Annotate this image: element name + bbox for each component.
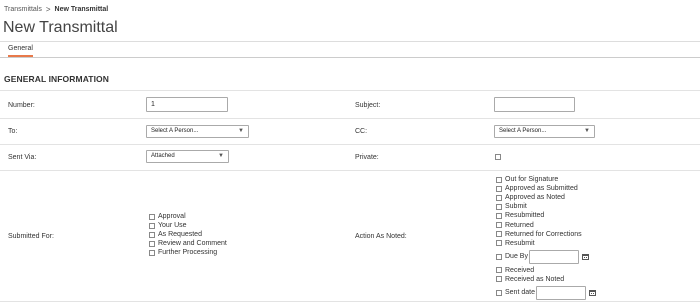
checkbox[interactable] <box>496 212 502 219</box>
action-option[interactable]: Received <box>496 266 596 275</box>
submitted-for-option[interactable]: Approval <box>149 212 227 221</box>
cc-select[interactable]: Select A Person... ▼ <box>494 125 595 138</box>
private-label: Private: <box>355 154 379 161</box>
checkbox[interactable] <box>149 249 155 256</box>
calendar-icon[interactable] <box>581 253 589 260</box>
sent-date-option[interactable]: Sent date <box>496 284 596 302</box>
subject-label: Subject: <box>355 102 381 109</box>
checkbox[interactable] <box>496 222 502 229</box>
checkbox[interactable] <box>496 194 502 201</box>
checkbox[interactable] <box>496 267 502 274</box>
action-option[interactable]: Received as Noted <box>496 275 596 284</box>
chevron-right-icon: > <box>45 5 51 14</box>
action-as-noted-label: Action As Noted: <box>355 233 407 240</box>
action-option[interactable]: Approved as Submitted <box>496 184 596 193</box>
to-label: To: <box>8 128 18 135</box>
action-option[interactable]: Resubmit <box>496 239 596 248</box>
submitted-for-option[interactable]: Further Processing <box>149 248 227 257</box>
checkbox[interactable] <box>496 240 502 247</box>
sent-date-input[interactable] <box>535 285 586 300</box>
checkbox[interactable] <box>496 176 502 183</box>
action-option[interactable]: Returned for Corrections <box>496 230 596 239</box>
number-input[interactable]: 1 <box>146 97 228 112</box>
submitted-for-options: Approval Your Use As Requested Review an… <box>149 212 227 257</box>
to-select[interactable]: Select A Person... ▼ <box>146 125 249 138</box>
chevron-down-icon: ▼ <box>238 128 244 134</box>
action-as-noted-options: Out for Signature Approved as Submitted … <box>496 175 596 302</box>
breadcrumb-current: New Transmittal <box>54 6 109 13</box>
checkbox[interactable] <box>496 289 502 296</box>
checkbox[interactable] <box>496 276 502 283</box>
calendar-icon[interactable] <box>588 289 596 296</box>
number-label: Number: <box>8 102 35 109</box>
form-row-sentvia-private: Sent Via: Attached ▼ Private: <box>0 144 700 170</box>
sent-via-label: Sent Via: <box>8 154 37 161</box>
subject-input[interactable] <box>494 97 575 112</box>
sent-via-select-value: Attached <box>151 153 175 159</box>
chevron-down-icon: ▼ <box>218 153 224 159</box>
section-title: GENERAL INFORMATION <box>4 74 109 84</box>
to-select-value: Select A Person... <box>151 128 199 134</box>
action-option[interactable]: Resubmitted <box>496 211 596 220</box>
action-option[interactable]: Approved as Noted <box>496 193 596 202</box>
checkbox[interactable] <box>149 222 155 229</box>
sent-via-select[interactable]: Attached ▼ <box>146 150 229 163</box>
action-option[interactable]: Out for Signature <box>496 175 596 184</box>
action-option[interactable]: Returned <box>496 220 596 229</box>
action-option[interactable]: Submit <box>496 202 596 211</box>
cc-select-value: Select A Person... <box>499 128 547 134</box>
checkbox[interactable] <box>496 253 502 260</box>
checkbox[interactable] <box>149 231 155 238</box>
form-row-number-subject: Number: 1 Subject: <box>0 90 700 118</box>
checkbox[interactable] <box>496 231 502 238</box>
chevron-down-icon: ▼ <box>584 128 590 134</box>
breadcrumb-link-transmittals[interactable]: Transmittals <box>4 6 42 13</box>
form-row-submitted-action: Submitted For: Approval Your Use As Requ… <box>0 170 700 302</box>
breadcrumb: Transmittals > New Transmittal <box>4 5 108 14</box>
checkbox[interactable] <box>496 185 502 192</box>
tab-bar: General <box>0 41 700 58</box>
checkbox[interactable] <box>149 213 155 220</box>
due-by-date-input[interactable] <box>528 249 579 264</box>
submitted-for-option[interactable]: Review and Comment <box>149 239 227 248</box>
form-row-to-cc: To: Select A Person... ▼ CC: Select A Pe… <box>0 118 700 144</box>
submitted-for-option[interactable]: Your Use <box>149 221 227 230</box>
checkbox[interactable] <box>496 203 502 210</box>
submitted-for-label: Submitted For: <box>8 233 54 240</box>
page-title: New Transmittal <box>3 19 118 36</box>
submitted-for-option[interactable]: As Requested <box>149 230 227 239</box>
checkbox[interactable] <box>149 240 155 247</box>
cc-label: CC: <box>355 128 368 135</box>
private-checkbox[interactable] <box>495 154 501 160</box>
tab-general[interactable]: General <box>8 45 33 57</box>
due-by-option[interactable]: Due By <box>496 248 596 266</box>
